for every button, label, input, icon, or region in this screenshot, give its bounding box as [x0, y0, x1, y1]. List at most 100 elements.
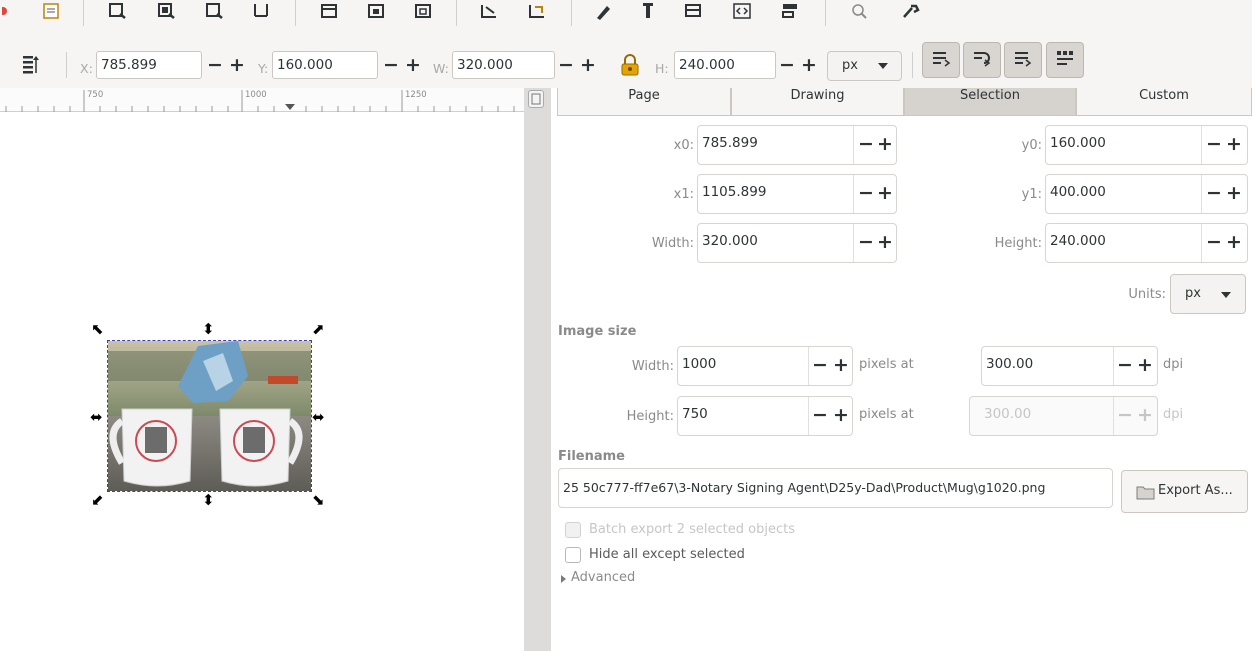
resize-handle-bottom-left[interactable]: ⬋ [91, 493, 104, 508]
resize-handle-right[interactable]: ⬌ [312, 410, 325, 425]
ruler-label: 1000 [245, 90, 267, 100]
w-increment-button[interactable]: + [580, 55, 596, 75]
resize-handle-left[interactable]: ⬌ [90, 410, 103, 425]
h-increment-button[interactable]: + [801, 55, 817, 75]
resize-handle-top-left[interactable]: ⬉ [91, 322, 104, 337]
zoom-width-icon[interactable] [248, 0, 274, 22]
lock-icon[interactable] [620, 54, 640, 80]
x1-decrement-button[interactable]: − [858, 183, 874, 203]
resize-handle-bottom[interactable]: ⬍ [202, 493, 215, 508]
resize-handle-top-right[interactable]: ⬈ [312, 322, 325, 337]
xml-editor-icon[interactable] [729, 0, 755, 22]
scale-gradients-button[interactable] [1004, 42, 1042, 78]
toolbar-separator [295, 0, 296, 26]
height-label: Height: [994, 236, 1042, 251]
layers-icon[interactable] [680, 0, 706, 22]
dpi-label: dpi [1163, 357, 1184, 372]
width-increment-button[interactable]: + [877, 232, 893, 252]
img-width-decrement-button[interactable]: − [812, 355, 828, 375]
close-icon[interactable] [0, 0, 14, 22]
y-input[interactable]: 160.000 [272, 51, 378, 79]
fill-stroke-icon[interactable] [590, 0, 616, 22]
export-units-dropdown[interactable]: px [1170, 274, 1246, 314]
img-height-increment-button[interactable]: + [833, 405, 849, 425]
toggle-controls-icon[interactable] [21, 54, 39, 78]
img-height-value[interactable]: 750 [682, 406, 708, 422]
hide-all-checkbox[interactable] [565, 547, 581, 563]
scale-corners-button[interactable] [963, 42, 1001, 78]
height-value[interactable]: 240.000 [1050, 233, 1106, 249]
x-decrement-button[interactable]: − [207, 55, 223, 75]
y1-field[interactable]: 400.000 − + [1045, 174, 1248, 214]
scale-stroke-button[interactable] [922, 42, 960, 78]
unlink-clone-icon[interactable] [410, 0, 436, 22]
x0-value[interactable]: 785.899 [702, 135, 758, 151]
img-width-value[interactable]: 1000 [682, 356, 716, 372]
duplicate-icon[interactable] [316, 0, 342, 22]
x0-decrement-button[interactable]: − [858, 134, 874, 154]
filename-input[interactable]: 25 50c777-ff7e67\3-Notary Signing Agent\… [558, 468, 1113, 508]
x1-field[interactable]: 1105.899 − + [697, 174, 897, 214]
units-dropdown[interactable]: px [827, 51, 902, 81]
x-increment-button[interactable]: + [229, 55, 245, 75]
h-decrement-button[interactable]: − [779, 55, 795, 75]
h-input[interactable]: 240.000 [674, 51, 776, 79]
resize-handle-top[interactable]: ⬍ [202, 322, 215, 337]
y-increment-button[interactable]: + [405, 55, 421, 75]
y0-increment-button[interactable]: + [1226, 134, 1242, 154]
dpi-value-disabled: 300.00 [984, 406, 1032, 422]
x-input[interactable]: 785.899 [96, 51, 202, 79]
zoom-page-icon[interactable] [201, 0, 227, 22]
tab-page[interactable]: Page [557, 88, 731, 116]
clone-icon[interactable] [363, 0, 389, 22]
y0-decrement-button[interactable]: − [1206, 134, 1222, 154]
dpi-increment-button[interactable]: + [1137, 355, 1153, 375]
y-decrement-button[interactable]: − [383, 55, 399, 75]
page-indicator-icon[interactable] [528, 90, 544, 108]
x1-increment-button[interactable]: + [877, 183, 893, 203]
img-height-field[interactable]: 750 − + [677, 396, 853, 436]
ruler-label: 1250 [405, 90, 427, 100]
ungroup-icon[interactable] [524, 0, 550, 22]
dpi-field[interactable]: 300.00 − + [981, 346, 1158, 386]
selected-image[interactable] [107, 340, 312, 492]
tab-selection[interactable]: Selection [904, 88, 1076, 116]
width-value[interactable]: 320.000 [702, 233, 758, 249]
y1-value[interactable]: 400.000 [1050, 184, 1106, 200]
text-font-icon[interactable] [635, 0, 661, 22]
tools-icon[interactable] [898, 0, 924, 22]
filename-value: 25 50c777-ff7e67\3-Notary Signing Agent\… [563, 480, 1046, 495]
scale-patterns-button[interactable] [1046, 42, 1084, 78]
width-decrement-button[interactable]: − [858, 232, 874, 252]
y0-field[interactable]: 160.000 − + [1045, 125, 1248, 165]
batch-export-checkbox[interactable] [565, 522, 581, 538]
panel-divider[interactable] [524, 88, 551, 651]
height-increment-button[interactable]: + [1226, 232, 1242, 252]
height-field[interactable]: 240.000 − + [1045, 223, 1248, 263]
x1-value[interactable]: 1105.899 [702, 184, 766, 200]
zoom-selection-icon[interactable] [104, 0, 130, 22]
document-properties-icon[interactable] [38, 0, 64, 22]
x0-field[interactable]: 785.899 − + [697, 125, 897, 165]
height-decrement-button[interactable]: − [1206, 232, 1222, 252]
tab-drawing[interactable]: Drawing [731, 88, 904, 116]
w-input[interactable]: 320.000 [452, 51, 555, 79]
width-field[interactable]: 320.000 − + [697, 223, 897, 263]
align-distribute-icon[interactable] [777, 0, 803, 22]
dpi-decrement-button[interactable]: − [1117, 355, 1133, 375]
img-height-decrement-button[interactable]: − [812, 405, 828, 425]
x0-increment-button[interactable]: + [877, 134, 893, 154]
group-icon[interactable] [476, 0, 502, 22]
y0-value[interactable]: 160.000 [1050, 135, 1106, 151]
tab-custom[interactable]: Custom [1076, 88, 1252, 116]
resize-handle-bottom-right[interactable]: ⬊ [312, 493, 325, 508]
w-decrement-button[interactable]: − [558, 55, 574, 75]
export-as-button[interactable]: Export As... [1121, 470, 1248, 513]
y1-increment-button[interactable]: + [1226, 183, 1242, 203]
preferences-icon[interactable] [846, 0, 872, 22]
y1-decrement-button[interactable]: − [1206, 183, 1222, 203]
dpi-value[interactable]: 300.00 [986, 356, 1033, 372]
img-width-field[interactable]: 1000 − + [677, 346, 853, 386]
img-width-increment-button[interactable]: + [833, 355, 849, 375]
zoom-drawing-icon[interactable] [153, 0, 179, 22]
